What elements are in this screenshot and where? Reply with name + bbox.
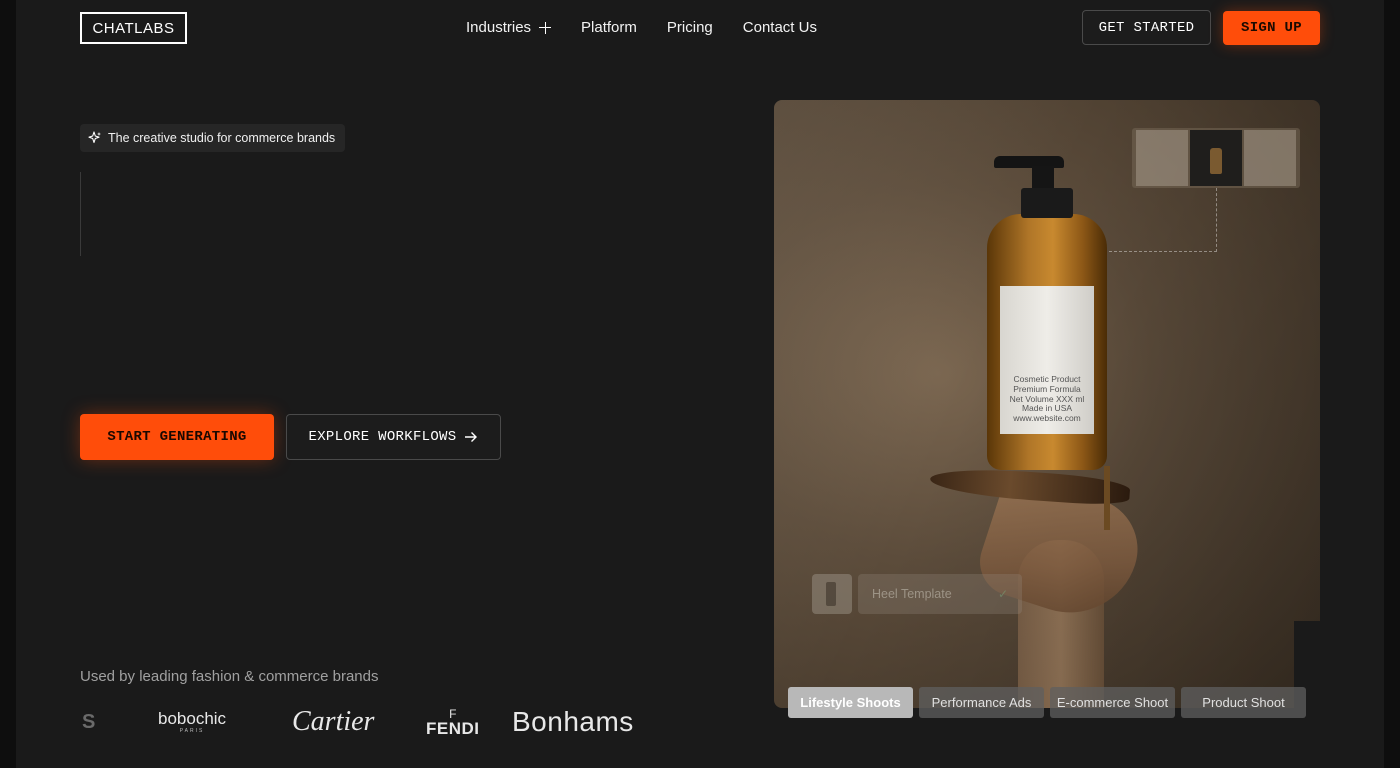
tagline-text: The creative studio for commerce brands xyxy=(108,131,336,145)
template-label: Heel Template xyxy=(872,587,952,601)
product-preview-card: Cosmetic Product Premium Formula Net Vol… xyxy=(774,100,1320,708)
explore-workflows-button[interactable]: EXPLORE WORKFLOWS xyxy=(286,414,501,460)
template-thumbnail xyxy=(812,574,852,614)
bottle-cap-image xyxy=(1021,188,1073,218)
nav-industries-label: Industries xyxy=(466,19,532,36)
headline-caret xyxy=(80,172,81,256)
bobochic-subtitle: PARIS xyxy=(179,728,205,734)
tab-ecommerce-shoot[interactable]: E-commerce Shoot xyxy=(1050,687,1175,718)
nav-pricing-label: Pricing xyxy=(666,19,713,36)
brand-logo-partial: S xyxy=(82,710,96,733)
page-frame: CHATLABS Industries Platform Pricing Con… xyxy=(16,0,1384,768)
variant-thumbnail-selected[interactable] xyxy=(1190,130,1242,186)
logo[interactable]: CHATLABS xyxy=(80,12,187,44)
brand-logo-bonhams: Bonhams xyxy=(512,706,634,737)
start-generating-button[interactable]: START GENERATING xyxy=(80,414,274,460)
tab-product-shoot[interactable]: Product Shoot xyxy=(1181,687,1306,718)
brands-heading: Used by leading fashion & commerce brand… xyxy=(80,668,379,685)
variant-thumbnail[interactable] xyxy=(1136,130,1188,186)
bottle-label-line: www.website.com xyxy=(1013,413,1081,424)
brand-logo-fendi: F FENDI xyxy=(426,700,480,744)
brand-logo-bobochic: bobochic PARIS xyxy=(158,700,226,744)
tab-lifestyle-shoots[interactable]: Lifestyle Shoots xyxy=(788,687,913,718)
mini-bottle-image xyxy=(1210,148,1222,174)
check-icon: ✓ xyxy=(997,587,1008,601)
sparkle-icon xyxy=(88,131,101,144)
nav-industries[interactable]: Industries xyxy=(466,19,552,36)
fendi-wordmark: FENDI xyxy=(426,718,480,738)
brand-logo-cartier: Cartier xyxy=(292,706,375,737)
workflow-tabs: Lifestyle Shoots Performance Ads E-comme… xyxy=(788,687,1306,718)
nav-platform-label: Platform xyxy=(581,19,637,36)
get-started-button[interactable]: GET STARTED xyxy=(1082,10,1211,45)
variant-thumbnail[interactable] xyxy=(1244,130,1296,186)
template-label-box: Heel Template ✓ xyxy=(858,574,1022,614)
template-chip[interactable]: Heel Template ✓ xyxy=(812,574,1022,614)
nav-platform[interactable]: Platform xyxy=(581,19,637,36)
sign-up-button[interactable]: SIGN UP xyxy=(1223,11,1320,45)
plus-icon xyxy=(539,21,552,34)
bottle-label: Cosmetic Product Premium Formula Net Vol… xyxy=(1000,286,1094,434)
variant-thumbnails xyxy=(1132,128,1300,188)
bobochic-wordmark: bobochic xyxy=(158,709,227,728)
shoe-heel-image xyxy=(1104,466,1110,530)
brand-logo-strip: S bobochic PARIS Cartier F FENDI Bonhams xyxy=(80,700,680,744)
fendi-mark: F xyxy=(449,706,457,721)
tagline-badge: The creative studio for commerce brands xyxy=(80,124,346,152)
nav-contact-label: Contact Us xyxy=(742,19,817,36)
nav-pricing[interactable]: Pricing xyxy=(667,19,713,36)
nav-contact-us[interactable]: Contact Us xyxy=(743,19,817,36)
arrow-right-icon xyxy=(465,432,478,442)
main-nav: Industries Platform Pricing Contact Us xyxy=(466,19,817,36)
explore-workflows-label: EXPLORE WORKFLOWS xyxy=(308,429,457,445)
tab-performance-ads[interactable]: Performance Ads xyxy=(919,687,1044,718)
